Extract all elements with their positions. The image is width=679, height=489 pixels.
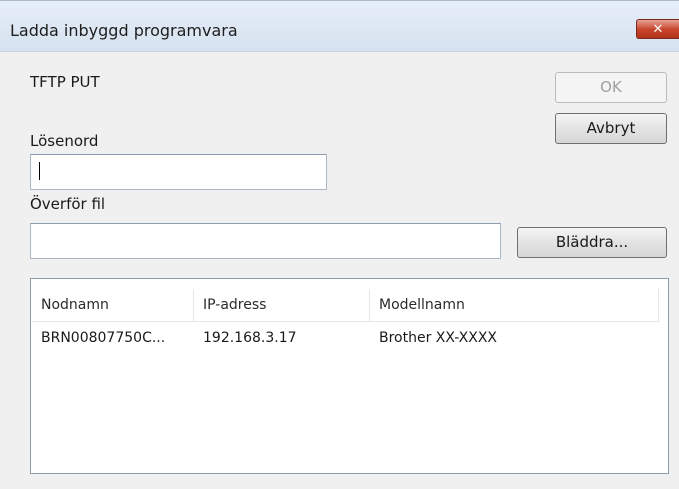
browse-button[interactable]: Bläddra... — [517, 227, 667, 258]
dialog-title: Ladda inbyggd programvara — [10, 21, 238, 40]
transfer-file-label: Överför fil — [30, 195, 106, 213]
close-button[interactable]: ✕ — [636, 19, 679, 39]
column-header-model-name[interactable]: Modellnamn — [370, 289, 659, 321]
column-header-ip-address[interactable]: IP-adress — [194, 289, 370, 321]
cell-node-name: BRN00807750C... — [41, 330, 166, 346]
header-divider — [658, 289, 659, 321]
close-icon: ✕ — [652, 22, 664, 37]
cancel-button[interactable]: Avbryt — [555, 113, 667, 144]
device-list-header: Nodnamn IP-adress Modellnamn — [32, 289, 659, 322]
transfer-file-field[interactable] — [30, 223, 501, 259]
device-row[interactable]: BRN00807750C... 192.168.3.17 Brother XX-… — [32, 323, 659, 353]
ok-button[interactable]: OK — [555, 72, 667, 103]
device-list[interactable]: Nodnamn IP-adress Modellnamn BRN00807750… — [30, 278, 669, 474]
password-label: Lösenord — [30, 132, 99, 150]
cell-ip-address: 192.168.3.17 — [203, 330, 297, 346]
protocol-label: TFTP PUT — [30, 73, 100, 91]
title-bar: Ladda inbyggd programvara ✕ — [0, 1, 679, 52]
column-header-node-name[interactable]: Nodnamn — [32, 289, 194, 321]
cell-model-name: Brother XX-XXXX — [379, 330, 498, 346]
password-field[interactable] — [30, 154, 327, 190]
text-caret — [39, 162, 40, 180]
firmware-upload-dialog: Ladda inbyggd programvara ✕ TFTP PUT OK … — [0, 0, 679, 489]
